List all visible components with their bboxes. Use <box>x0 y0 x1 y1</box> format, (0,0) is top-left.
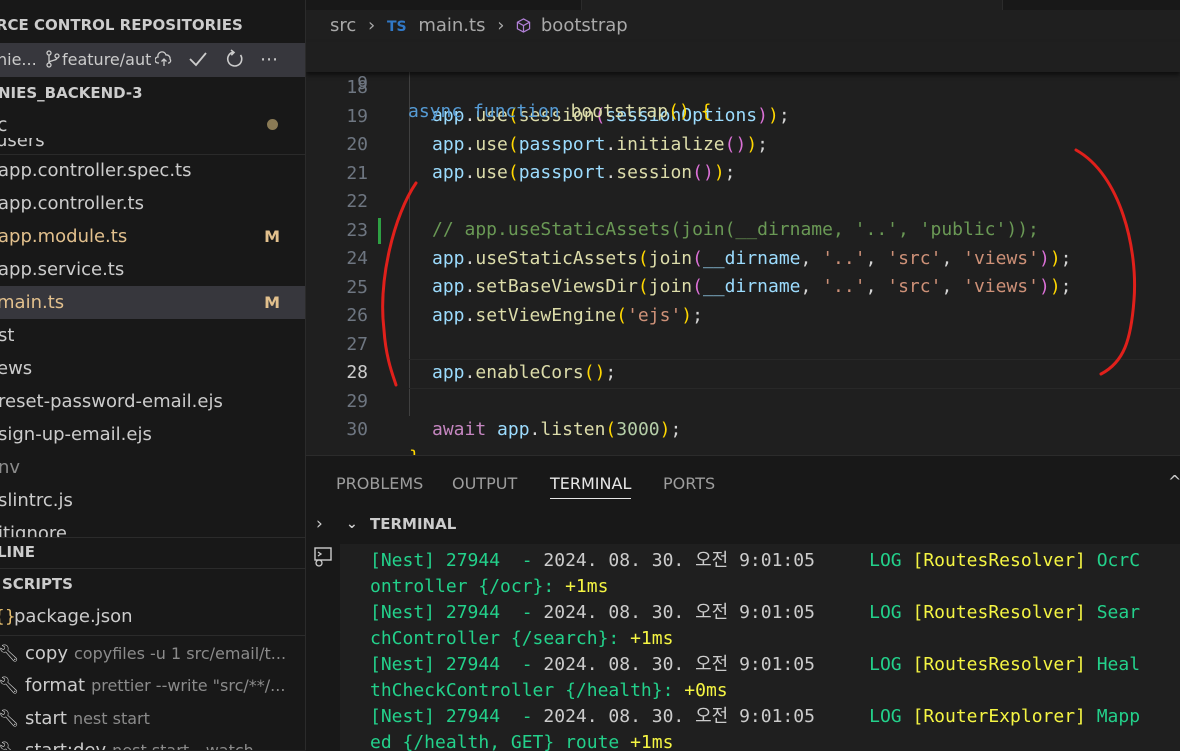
wrench-icon: 🔧︎ <box>0 644 20 664</box>
repository-name: nie... <box>0 50 37 69</box>
file-eslintrc[interactable]: slintrc.js <box>0 484 305 517</box>
tab-problems[interactable]: PROBLEMS <box>336 470 423 498</box>
file-main-ts[interactable]: main.ts M <box>0 286 305 319</box>
source-control-repositories-header[interactable]: RCE CONTROL REPOSITORIES <box>0 10 301 40</box>
terminal-output[interactable]: [Nest] 27944 - 2024. 08. 30. 오전 9:01:05 … <box>340 544 1180 751</box>
log-line-cont: ontroller {/ocr}: +1ms <box>370 576 609 597</box>
tab-output[interactable]: OUTPUT <box>452 470 517 498</box>
maximize-panel-icon[interactable]: ^ <box>1168 472 1180 491</box>
bottom-panel: PROBLEMS OUTPUT TERMINAL PORTS ^ › ⌄ TER… <box>306 455 1180 751</box>
wrench-icon: 🔧︎ <box>0 676 20 696</box>
file-app-module[interactable]: app.module.ts M <box>0 220 305 253</box>
sticky-scroll-line[interactable]: 9 async function bootstrap() { <box>306 42 1180 122</box>
branch-name[interactable]: feature/aut <box>62 43 151 77</box>
file-reset-password-email[interactable]: reset-password-email.ejs <box>0 385 305 418</box>
tab-terminal[interactable]: TERMINAL <box>550 470 632 499</box>
refresh-icon[interactable] <box>225 43 245 77</box>
file-app-service[interactable]: app.service.ts <box>0 253 305 286</box>
chevron-right-icon[interactable]: › <box>316 509 323 539</box>
folder-views[interactable]: ews <box>0 352 305 385</box>
file-env[interactable]: nv <box>0 451 305 484</box>
file-gitignore[interactable]: itignore <box>0 517 305 537</box>
log-line: [Nest] 27944 - 2024. 08. 30. 오전 9:01:05 … <box>370 550 1141 571</box>
chevron-down-icon[interactable]: ⌄ <box>346 509 358 539</box>
log-line-cont: ed {/health, GET} route +1ms <box>370 732 674 751</box>
repository-row[interactable]: nie... feature/aut ⋯ <box>0 43 305 77</box>
script-start[interactable]: 🔧︎ start nest start <box>0 703 305 735</box>
log-line: [Nest] 27944 - 2024. 08. 30. 오전 9:01:05 … <box>370 654 1141 675</box>
branch-icon <box>45 43 61 77</box>
outline-header[interactable]: LINE <box>0 537 302 567</box>
log-line: [Nest] 27944 - 2024. 08. 30. 오전 9:01:05 … <box>370 706 1141 727</box>
file-app-controller[interactable]: app.controller.ts <box>0 187 305 220</box>
log-line-cont: chController {/search}: +1ms <box>370 628 674 649</box>
script-start-dev[interactable]: 🔧︎ start:devnest start --watch <box>0 735 305 750</box>
wrench-icon: 🔧︎ <box>0 709 20 729</box>
terminal-debug-icon[interactable] <box>312 546 334 572</box>
sidebar: RCE CONTROL REPOSITORIES nie... feature/… <box>0 0 306 750</box>
modified-badge: M <box>264 227 280 246</box>
log-line-cont: thCheckController {/health}: +0ms <box>370 680 728 701</box>
explorer-project-header[interactable]: NIES_BACKEND-3 <box>0 78 303 108</box>
code-editor[interactable]: src › TS main.ts › bootstrap 9 async fun… <box>306 0 1180 455</box>
sticky-code: async function bootstrap() { <box>408 101 712 122</box>
package-json-item[interactable]: {} package.json <box>0 601 305 633</box>
modified-dot-icon <box>267 119 278 130</box>
file-sign-up-email[interactable]: sign-up-email.ejs <box>0 418 305 451</box>
terminal-section-header[interactable]: › ⌄ TERMINAL <box>306 509 1180 539</box>
tab-ports[interactable]: PORTS <box>663 470 715 498</box>
wrench-icon: 🔧︎ <box>0 735 20 750</box>
publish-branch-icon[interactable] <box>154 43 173 77</box>
modified-badge: M <box>264 293 280 312</box>
more-actions-icon[interactable]: ⋯ <box>260 43 279 77</box>
folder-test[interactable]: st <box>0 319 305 352</box>
npm-scripts-header[interactable]: SCRIPTS <box>2 569 305 599</box>
line-number: 9 <box>357 73 368 94</box>
script-copy[interactable]: 🔧︎ copy copyfiles -u 1 src/email/t... <box>0 638 305 670</box>
file-app-controller-spec[interactable]: app.controller.spec.ts <box>0 154 305 187</box>
log-line: [Nest] 27944 - 2024. 08. 30. 오전 9:01:05 … <box>370 602 1141 623</box>
commit-check-icon[interactable] <box>188 43 208 77</box>
tree-folder-src[interactable]: c <box>0 108 305 138</box>
script-format[interactable]: 🔧︎ format prettier --write "src/**/... <box>0 670 305 702</box>
